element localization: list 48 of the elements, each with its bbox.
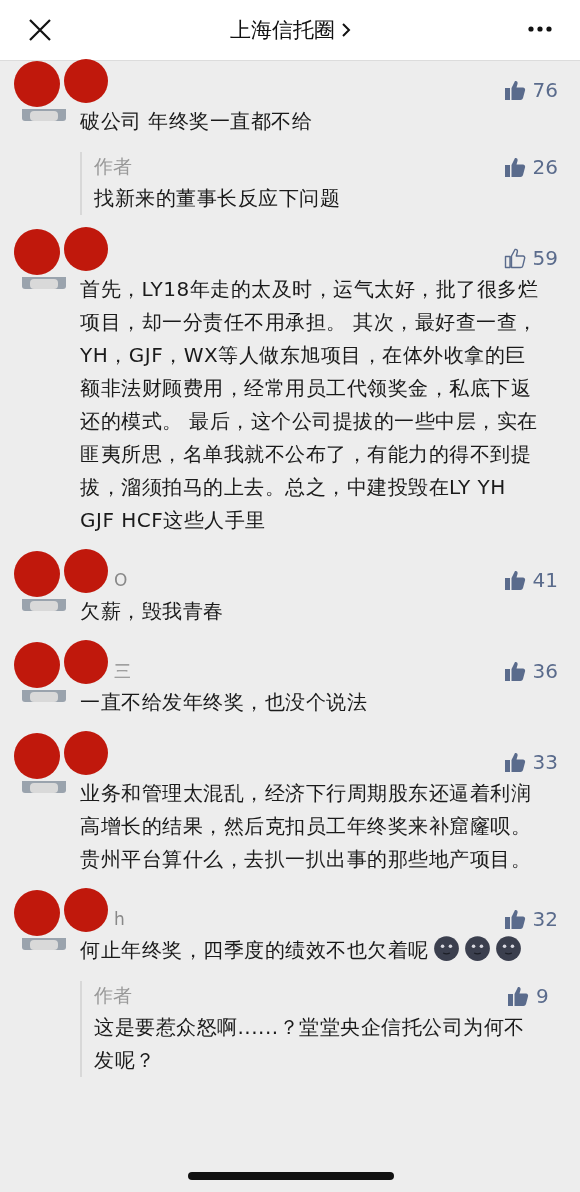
thumbs-up-icon[interactable] (506, 984, 530, 1008)
redaction-mark (14, 61, 60, 107)
comment-text: 何止年终奖，四季度的绩效不也欠着呢 (80, 934, 558, 967)
thumbs-up-icon[interactable] (502, 750, 527, 774)
reply-author: 作者 (94, 154, 133, 179)
like-count: 33 (532, 750, 558, 774)
reply-text: 找新来的董事长反应下问题 (94, 185, 341, 212)
redaction-mark (14, 890, 60, 936)
like-count: 9 (536, 984, 550, 1008)
redaction-mark (64, 640, 108, 684)
thumbs-up-icon[interactable] (502, 907, 527, 931)
redaction-mark (64, 731, 108, 775)
moon-face-icon (494, 935, 522, 962)
comment-text: 业务和管理太混乱，经济下行周期股东还逼着利润高增长的结果，然后克扣员工年终奖来补窟窿呗。贵州平台算什么，去扒一扒出事的那些地产项目。 (80, 780, 532, 873)
thumbs-up-icon[interactable] (502, 155, 527, 179)
comment-text: 首先，LY18年走的太及时，运气太好，批了很多烂项目，却一分责任不用承担。 其次，最好查一查，YH，GJF，WX等人做东旭项目，在体外收拿的巨额非法财顾费用，经常用员工代领奖金，私底下返还的模式。 最后，这个公司提拔的一些中层，实在匪夷所思，名单我就不公布了，有能力的得不到提拔，溜须拍马的上去。总之，中建投毁在LY YH GJF HCF这些人手里 (80, 276, 540, 534)
commenter-name: O (113, 570, 129, 590)
redaction-mark (64, 549, 108, 593)
like-count: 76 (532, 78, 558, 102)
chevron-right-icon[interactable] (340, 22, 351, 38)
more-icon[interactable] (528, 26, 552, 32)
commenter-name: 三 (113, 659, 132, 683)
reply-author: 作者 (94, 983, 133, 1008)
reply-text: 这是要惹众怒啊......？堂堂央企信托公司为何不发呢？ (94, 1014, 526, 1074)
moon-face-icon (463, 935, 491, 962)
redaction-mark (14, 733, 60, 779)
thumbs-up-icon[interactable] (502, 78, 527, 102)
redaction-mark (14, 551, 60, 597)
commenter-name: h (113, 909, 126, 929)
like-count: 26 (532, 155, 558, 179)
comment-text: 一直不给发年终奖，也没个说法 (80, 689, 368, 716)
thumbs-up-icon[interactable] (502, 659, 527, 683)
like-count: 36 (532, 659, 558, 683)
redaction-mark (14, 229, 60, 275)
comment-text: 欠薪，毁我青春 (80, 598, 225, 625)
like-count: 32 (532, 907, 558, 931)
close-icon[interactable] (28, 18, 52, 42)
like-count: 59 (532, 246, 558, 270)
redaction-mark (64, 227, 108, 271)
moon-face-icon (432, 935, 460, 962)
redaction-mark (14, 642, 60, 688)
redaction-mark (64, 59, 108, 103)
comment-text: 破公司 年终奖一直都不给 (80, 108, 314, 135)
page-title: 上海信托圈 (229, 17, 335, 44)
like-count: 41 (532, 568, 558, 592)
thumbs-up-icon[interactable] (502, 246, 527, 270)
redaction-mark (64, 888, 108, 932)
thumbs-up-icon[interactable] (502, 568, 527, 592)
